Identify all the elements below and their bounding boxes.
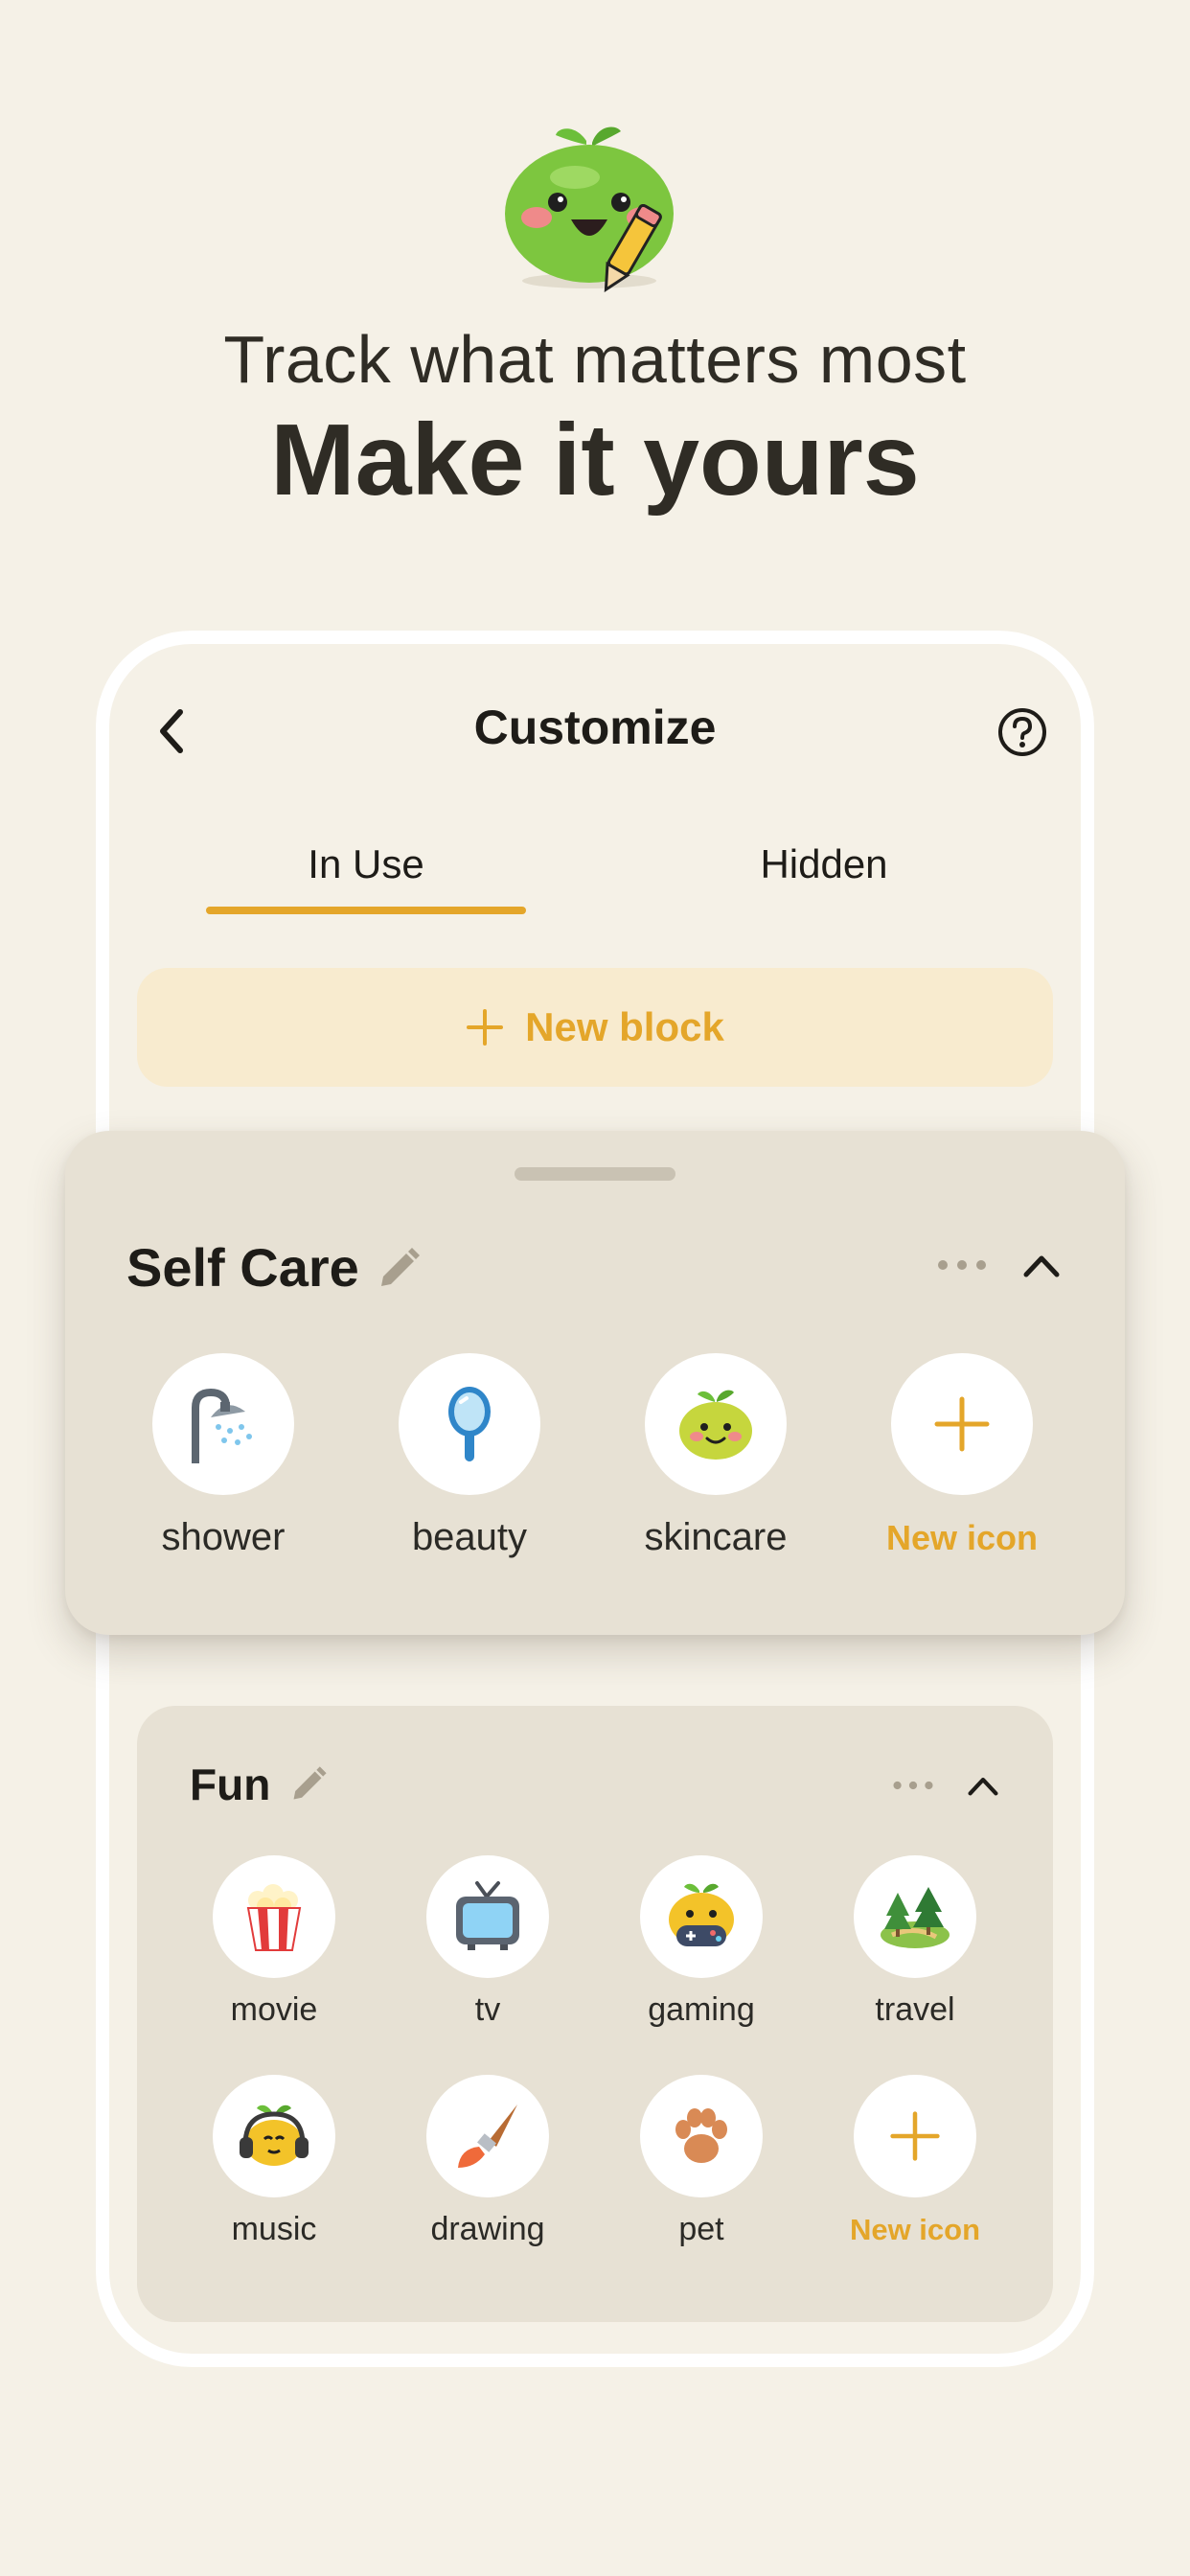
- icon-circle: [645, 1353, 787, 1495]
- edit-title-button[interactable]: [372, 1244, 423, 1296]
- sprout-face-icon: [679, 1390, 752, 1460]
- icon-item-movie[interactable]: movie: [178, 1855, 370, 2029]
- icon-item-beauty[interactable]: beauty: [355, 1353, 584, 1559]
- icon-item-music[interactable]: music: [178, 2075, 370, 2248]
- icon-circle: [854, 1855, 976, 1978]
- collapse-button[interactable]: [1018, 1244, 1065, 1286]
- icon-item-label: movie: [230, 1991, 318, 2028]
- icon-item-gaming[interactable]: gaming: [606, 1855, 797, 2029]
- icon-circle: [640, 1855, 763, 1978]
- new-icon-button[interactable]: New icon: [819, 2075, 1011, 2247]
- icon-item-drawing[interactable]: drawing: [392, 2075, 584, 2248]
- icon-item-label: New icon: [885, 1518, 1039, 1557]
- drag-handle[interactable]: [515, 1167, 675, 1181]
- icon-circle: [426, 2075, 549, 2197]
- pencil-icon: [293, 1766, 327, 1800]
- icon-item-label: gaming: [648, 1991, 755, 2028]
- mirror-icon: [448, 1387, 491, 1461]
- plus-icon: [890, 2111, 940, 2161]
- plus-icon: [467, 1009, 504, 1046]
- icon-item-label: skincare: [644, 1516, 788, 1558]
- new-block-label: New block: [525, 1004, 724, 1049]
- new-block-button[interactable]: New block: [137, 968, 1053, 1087]
- icon-item-label: drawing: [430, 2211, 545, 2247]
- landscape-icon: [881, 1887, 950, 1948]
- active-tab-indicator: [206, 907, 526, 914]
- green-blob-with-pencil-icon: [498, 120, 699, 293]
- page-title: Make it yours: [270, 403, 920, 517]
- block-title: Fun: [190, 1760, 271, 1809]
- chevron-up-icon: [1023, 1255, 1060, 1277]
- icon-item-label: pet: [678, 2211, 724, 2247]
- icon-circle: [213, 2075, 335, 2197]
- icon-circle: [426, 1855, 549, 1978]
- icon-item-label: travel: [875, 1991, 955, 2028]
- icon-item-pet[interactable]: pet: [606, 2075, 797, 2248]
- icon-item-label: tv: [474, 1991, 501, 2028]
- help-button[interactable]: [996, 706, 1048, 758]
- tab-in-use[interactable]: In Use: [206, 841, 526, 887]
- icon-item-shower[interactable]: shower: [108, 1353, 338, 1559]
- edit-title-button[interactable]: [286, 1763, 330, 1807]
- tab-hidden[interactable]: Hidden: [671, 841, 977, 887]
- icon-item-label: beauty: [411, 1516, 528, 1558]
- icon-item-travel[interactable]: travel: [819, 1855, 1011, 2029]
- headphones-icon: [240, 2104, 309, 2166]
- icon-circle: [640, 2075, 763, 2197]
- icon-circle: [854, 2075, 976, 2197]
- popcorn-icon: [246, 1884, 302, 1951]
- shower-icon: [192, 1388, 252, 1463]
- block-card-self-care[interactable]: Self Care shower beauty skincare New ico…: [65, 1131, 1125, 1635]
- paintbrush-icon: [458, 2104, 517, 2168]
- paw-icon: [675, 2108, 727, 2163]
- block-card-fun[interactable]: Fun movie tv gaming travel music drawing…: [137, 1706, 1053, 2322]
- more-horizontal-icon: [893, 1781, 933, 1790]
- chevron-up-icon: [968, 1778, 998, 1796]
- gamepad-icon: [669, 1883, 734, 1946]
- icon-circle: [399, 1353, 540, 1495]
- icon-circle: [891, 1353, 1033, 1495]
- block-title: Self Care: [126, 1237, 359, 1298]
- icon-item-label: shower: [161, 1516, 286, 1558]
- pencil-icon: [381, 1248, 420, 1286]
- icon-item-tv[interactable]: tv: [392, 1855, 584, 2029]
- icon-circle: [213, 1855, 335, 1978]
- plus-icon: [934, 1396, 990, 1452]
- new-icon-button[interactable]: New icon: [847, 1353, 1077, 1558]
- icon-item-skincare[interactable]: skincare: [601, 1353, 831, 1559]
- more-options-button[interactable]: [935, 1255, 989, 1275]
- help-circle-icon: [998, 708, 1046, 756]
- icon-circle: [152, 1353, 294, 1495]
- tv-icon: [456, 1881, 519, 1950]
- more-horizontal-icon: [938, 1260, 986, 1270]
- icon-item-label: New icon: [849, 2213, 981, 2246]
- collapse-button[interactable]: [963, 1767, 1003, 1804]
- icon-item-label: music: [231, 2211, 317, 2247]
- subtitle: Track what matters most: [223, 322, 967, 397]
- more-options-button[interactable]: [891, 1777, 935, 1794]
